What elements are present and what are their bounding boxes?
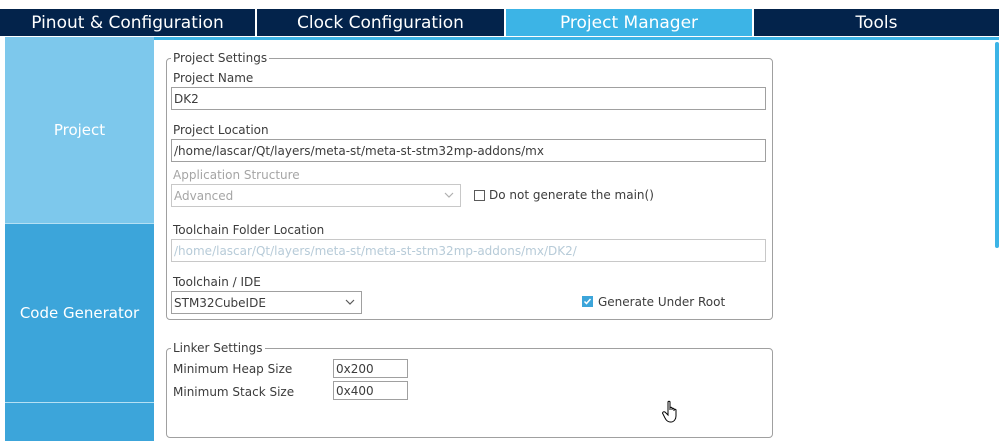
linker-settings-legend: Linker Settings	[171, 341, 265, 355]
generate-under-root-checkbox[interactable]	[582, 296, 593, 307]
minimum-heap-size-label: Minimum Heap Size	[173, 362, 293, 376]
tab-label: Clock Configuration	[297, 12, 464, 33]
toolchain-folder-label: Toolchain Folder Location	[173, 223, 325, 237]
sidebar-item-code-generator[interactable]: Code Generator	[5, 224, 154, 402]
tab-project-manager[interactable]: Project Manager	[506, 9, 754, 36]
project-location-label: Project Location	[173, 123, 269, 137]
project-name-input[interactable]: DK2	[171, 87, 766, 110]
tab-label: Tools	[855, 12, 898, 33]
tab-clock-configuration[interactable]: Clock Configuration	[257, 9, 506, 36]
tab-label: Project Manager	[559, 12, 699, 33]
toolchain-ide-label: Toolchain / IDE	[173, 275, 261, 289]
application-structure-label: Application Structure	[173, 168, 300, 182]
minimum-stack-size-input[interactable]: 0x400	[333, 381, 408, 400]
do-not-generate-main-label: Do not generate the main()	[489, 188, 654, 202]
minimum-stack-size-label: Minimum Stack Size	[173, 385, 295, 399]
sidebar-item-project[interactable]: Project	[5, 37, 154, 223]
application-structure-select[interactable]: Advanced	[171, 184, 461, 207]
project-location-input[interactable]: /home/lascar/Qt/layers/meta-st/meta-st-s…	[171, 139, 766, 162]
sidebar-item-label: Code Generator	[19, 304, 140, 322]
minimum-heap-size-input[interactable]: 0x200	[333, 359, 408, 378]
do-not-generate-main-checkbox[interactable]	[474, 190, 485, 201]
toolchain-folder-input[interactable]: /home/lascar/Qt/layers/meta-st/meta-st-s…	[171, 239, 766, 262]
checkmark-icon	[583, 298, 592, 305]
content-top-strip	[154, 37, 999, 40]
generate-under-root-label: Generate Under Root	[598, 295, 726, 309]
toolchain-ide-select[interactable]: STM32CubeIDE	[171, 291, 362, 314]
project-manager-sidebar: Project Code Generator	[5, 37, 154, 441]
project-name-label: Project Name	[173, 71, 254, 85]
tab-tools[interactable]: Tools	[754, 9, 999, 36]
main-tab-bar: Pinout & Configuration Clock Configurati…	[0, 0, 999, 37]
chevron-down-icon	[345, 299, 355, 305]
chevron-down-icon	[444, 192, 454, 198]
toolchain-ide-value: STM32CubeIDE	[174, 295, 266, 310]
tab-pinout-configuration[interactable]: Pinout & Configuration	[0, 9, 257, 36]
sidebar-item-label: Project	[53, 121, 106, 139]
project-settings-legend: Project Settings	[171, 51, 270, 65]
vertical-scrollbar[interactable]	[995, 42, 999, 248]
sidebar-item-advanced-settings[interactable]	[5, 403, 154, 441]
hand-pointer-icon	[662, 400, 677, 423]
application-structure-value: Advanced	[174, 188, 234, 203]
tab-label: Pinout & Configuration	[31, 12, 224, 33]
